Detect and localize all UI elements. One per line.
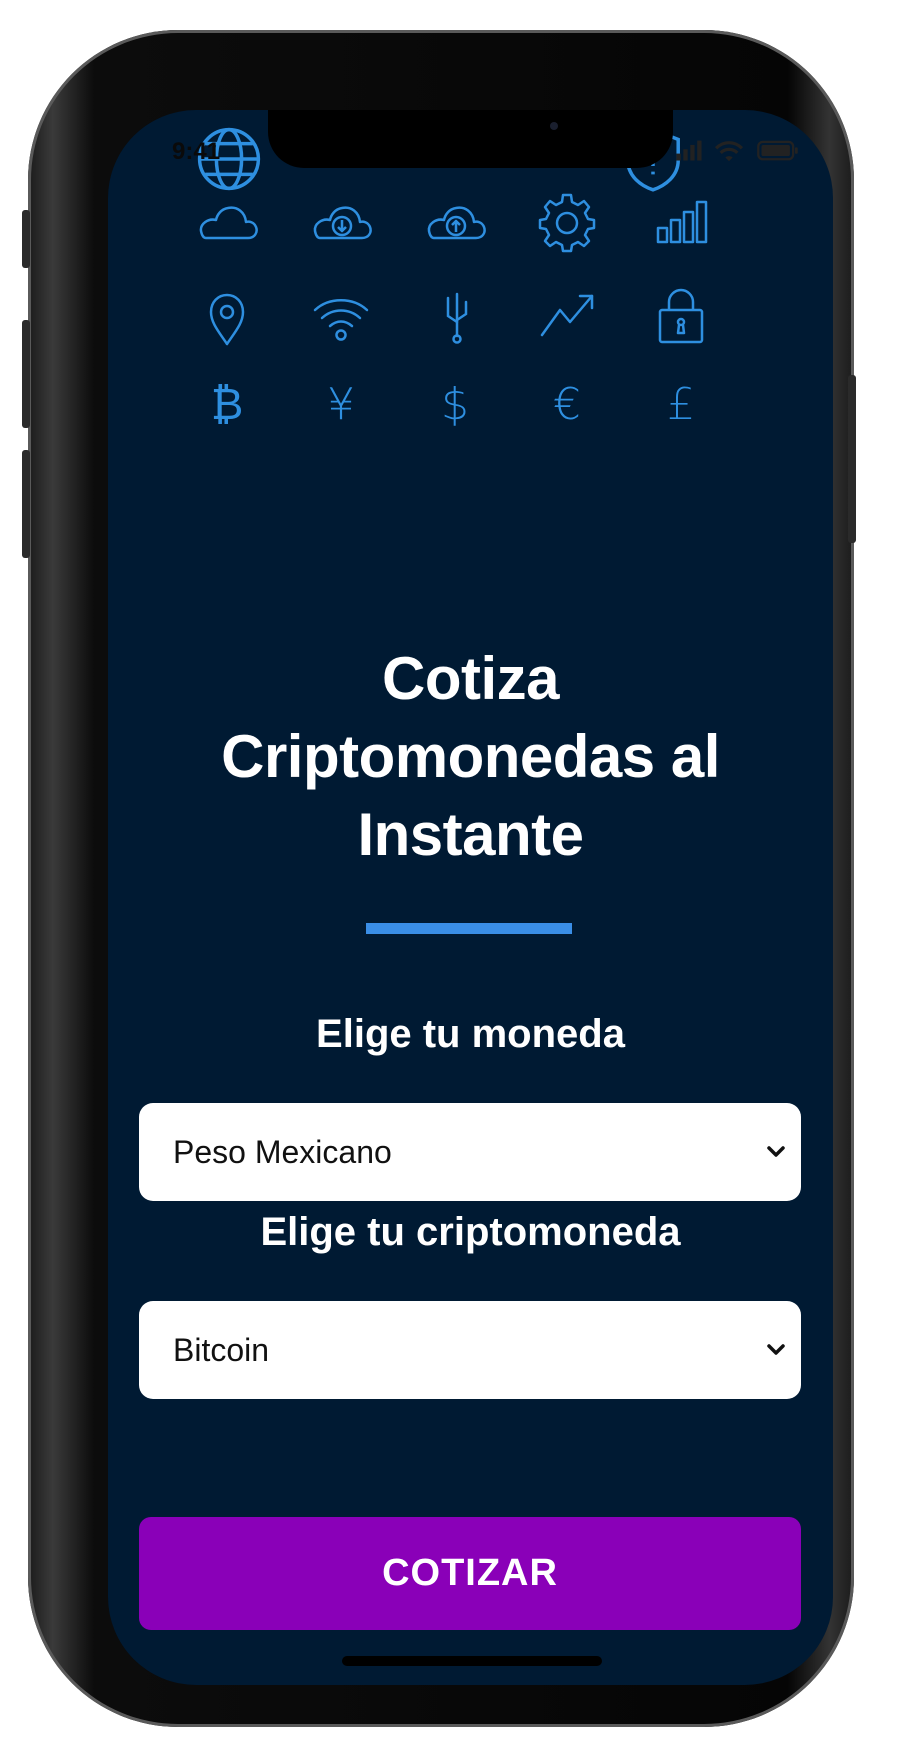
yen-icon: ¥ bbox=[327, 379, 355, 430]
chevron-down-icon bbox=[767, 1146, 785, 1157]
currency-select-value: Peso Mexicano bbox=[173, 1134, 392, 1170]
cloud-upload-icon bbox=[420, 188, 490, 258]
title-line-1: Cotiza bbox=[382, 645, 560, 712]
crypto-select[interactable]: Bitcoin bbox=[139, 1301, 801, 1399]
title-underline bbox=[366, 923, 572, 934]
wifi-icon bbox=[306, 280, 376, 350]
currency-select[interactable]: Peso Mexicano bbox=[139, 1103, 801, 1201]
cotizar-button[interactable]: COTIZAR bbox=[139, 1517, 801, 1630]
battery-icon bbox=[757, 140, 798, 161]
side-button-volume-up bbox=[22, 320, 30, 428]
phone-frame: ₿ ¥ $ € £ 9:41 Cotiza Criptomonedas al I… bbox=[22, 30, 856, 1727]
chevron-down-icon bbox=[767, 1344, 785, 1355]
bitcoin-icon: ₿ bbox=[210, 379, 244, 430]
gear-icon bbox=[532, 188, 602, 258]
title-line-3: Instante bbox=[357, 801, 584, 868]
map-pin-icon bbox=[192, 280, 262, 350]
trend-up-icon bbox=[532, 280, 602, 350]
camera-dot bbox=[550, 122, 558, 130]
euro-icon: € bbox=[553, 379, 581, 430]
page-title: Cotiza Criptomonedas al Instante bbox=[148, 640, 793, 874]
status-indicators bbox=[674, 138, 814, 168]
status-time: 9:41 bbox=[172, 138, 221, 165]
signal-icon bbox=[676, 140, 702, 161]
side-button-volume-down bbox=[22, 450, 30, 558]
bar-chart-icon bbox=[646, 188, 716, 258]
home-indicator bbox=[342, 1656, 602, 1666]
currency-label: Elige tu moneda bbox=[316, 1012, 625, 1056]
wifi-status-icon bbox=[714, 141, 744, 162]
cloud-icon bbox=[192, 188, 262, 258]
crypto-select-value: Bitcoin bbox=[173, 1332, 270, 1368]
side-button-power bbox=[848, 375, 856, 543]
app-screen: ₿ ¥ $ € £ 9:41 Cotiza Criptomonedas al I… bbox=[108, 110, 833, 1685]
pound-icon: £ bbox=[667, 379, 695, 430]
title-line-2: Criptomonedas al bbox=[221, 723, 720, 790]
crypto-label: Elige tu criptomoneda bbox=[260, 1210, 681, 1254]
side-button-silent bbox=[22, 210, 30, 268]
usb-fork-icon bbox=[420, 280, 490, 350]
notch bbox=[268, 110, 673, 168]
dollar-icon: $ bbox=[441, 379, 469, 430]
padlock-icon bbox=[646, 280, 716, 350]
cloud-download-icon bbox=[306, 188, 376, 258]
